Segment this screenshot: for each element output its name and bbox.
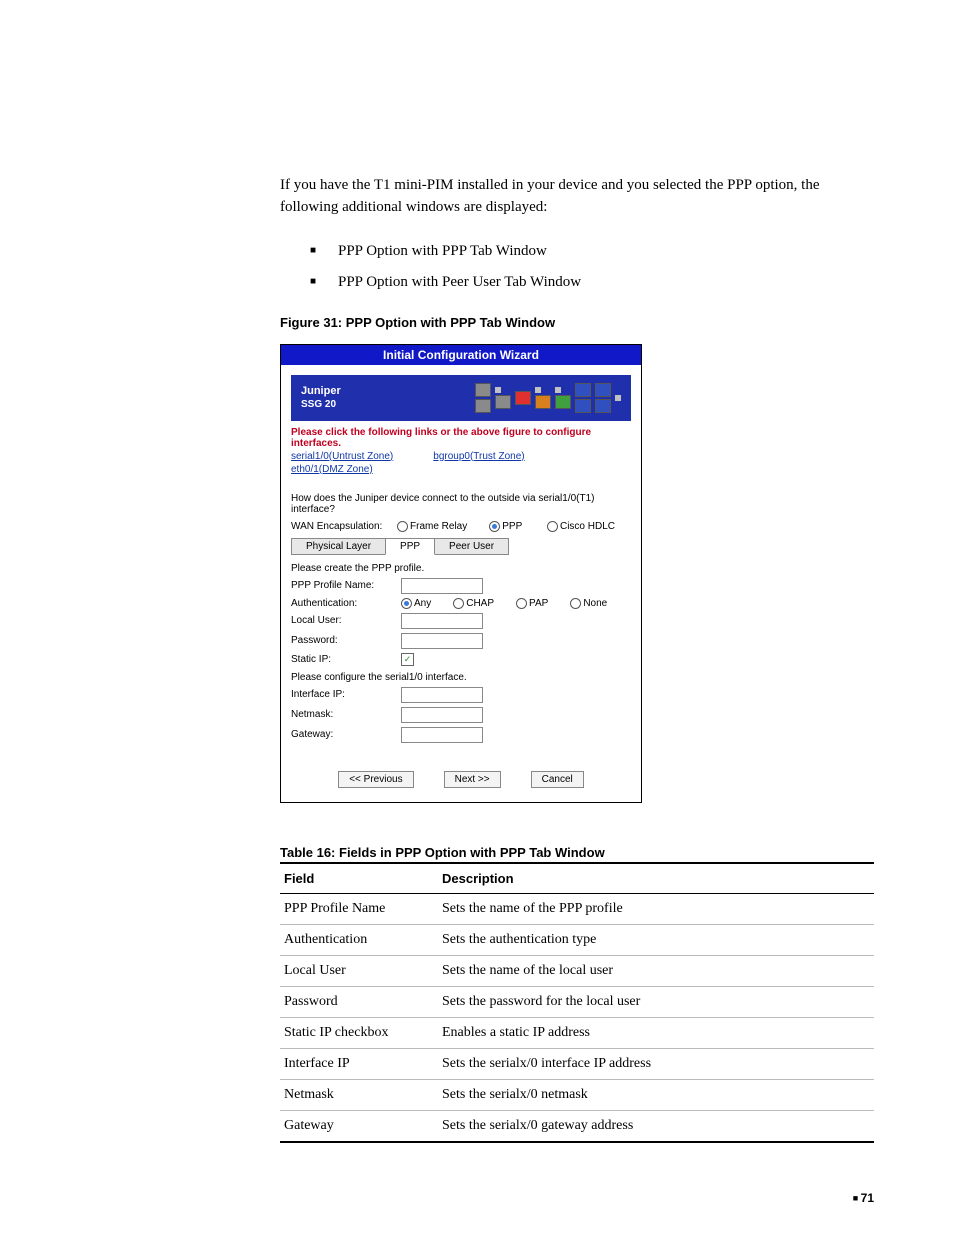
tab-peer-user[interactable]: Peer User (434, 538, 509, 555)
radio-cisco-hdlc[interactable]: Cisco HDLC (547, 521, 615, 532)
table-row: PasswordSets the password for the local … (280, 986, 874, 1017)
config-instruction: Please click the following links or the … (291, 427, 631, 449)
cell-desc: Sets the serialx/0 gateway address (438, 1110, 874, 1142)
bullet-item: PPP Option with Peer User Tab Window (310, 274, 874, 291)
port-diagram[interactable] (475, 383, 621, 413)
table-row: AuthenticationSets the authentication ty… (280, 924, 874, 955)
static-ip-checkbox[interactable]: ✓ (401, 653, 414, 666)
radio-auth-any[interactable]: Any (401, 598, 431, 609)
table-caption: Table 16: Fields in PPP Option with PPP … (280, 845, 874, 860)
cell-field: Gateway (280, 1110, 438, 1142)
cancel-button[interactable]: Cancel (531, 771, 584, 788)
gateway-label: Gateway: (291, 729, 395, 740)
profile-name-label: PPP Profile Name: (291, 580, 395, 591)
auth-label: Authentication: (291, 598, 395, 609)
wizard-dialog: Initial Configuration Wizard Juniper SSG… (280, 344, 642, 803)
cell-desc: Sets the serialx/0 netmask (438, 1079, 874, 1110)
radio-frame-label: Frame Relay (410, 521, 467, 532)
interface-ip-label: Interface IP: (291, 689, 395, 700)
cell-field: Static IP checkbox (280, 1017, 438, 1048)
tab-bar: Physical Layer PPP Peer User (291, 538, 631, 555)
radio-auth-none[interactable]: None (570, 598, 607, 609)
wan-question: How does the Juniper device connect to t… (291, 493, 631, 515)
password-input[interactable] (401, 633, 483, 649)
table-row: Local UserSets the name of the local use… (280, 955, 874, 986)
interface-ip-input[interactable] (401, 687, 483, 703)
cell-field: Netmask (280, 1079, 438, 1110)
auth-any-label: Any (414, 598, 431, 609)
table-row: Static IP checkboxEnables a static IP ad… (280, 1017, 874, 1048)
cell-field: Password (280, 986, 438, 1017)
radio-ppp[interactable]: PPP (489, 521, 522, 532)
bullet-list: PPP Option with PPP Tab Window PPP Optio… (310, 243, 874, 291)
next-button[interactable]: Next >> (444, 771, 501, 788)
intro-paragraph: If you have the T1 mini-PIM installed in… (280, 175, 874, 219)
table-row: GatewaySets the serialx/0 gateway addres… (280, 1110, 874, 1142)
interface-instruction: Please configure the serial1/0 interface… (291, 672, 631, 683)
tab-content: Please create the PPP profile. PPP Profi… (291, 555, 631, 743)
th-description: Description (438, 863, 874, 894)
profile-name-input[interactable] (401, 578, 483, 594)
auth-chap-label: CHAP (466, 598, 494, 609)
netmask-label: Netmask: (291, 709, 395, 720)
link-serial-untrust[interactable]: serial1/0(Untrust Zone) (291, 451, 393, 462)
gateway-input[interactable] (401, 727, 483, 743)
cell-desc: Sets the serialx/0 interface IP address (438, 1048, 874, 1079)
device-model: SSG 20 (301, 399, 341, 410)
radio-cisco-label: Cisco HDLC (560, 521, 615, 532)
cell-desc: Sets the name of the PPP profile (438, 893, 874, 924)
cell-field: Local User (280, 955, 438, 986)
wizard-title: Initial Configuration Wizard (281, 345, 641, 365)
table-row: Interface IPSets the serialx/0 interface… (280, 1048, 874, 1079)
figure-caption: Figure 31: PPP Option with PPP Tab Windo… (280, 315, 874, 330)
auth-pap-label: PAP (529, 598, 548, 609)
radio-frame-relay[interactable]: Frame Relay (397, 521, 467, 532)
device-panel: Juniper SSG 20 (291, 375, 631, 421)
auth-none-label: None (583, 598, 607, 609)
link-bgroup-trust[interactable]: bgroup0(Trust Zone) (433, 451, 524, 462)
local-user-input[interactable] (401, 613, 483, 629)
ppp-profile-instruction: Please create the PPP profile. (291, 563, 631, 574)
th-field: Field (280, 863, 438, 894)
cell-desc: Enables a static IP address (438, 1017, 874, 1048)
cell-field: Authentication (280, 924, 438, 955)
cell-field: PPP Profile Name (280, 893, 438, 924)
netmask-input[interactable] (401, 707, 483, 723)
cell-desc: Sets the password for the local user (438, 986, 874, 1017)
bullet-item: PPP Option with PPP Tab Window (310, 243, 874, 260)
previous-button[interactable]: << Previous (338, 771, 413, 788)
wan-encap-label: WAN Encapsulation: (291, 521, 391, 532)
fields-table: Field Description PPP Profile NameSets t… (280, 862, 874, 1143)
tab-ppp[interactable]: PPP (385, 538, 435, 555)
local-user-label: Local User: (291, 615, 395, 626)
cell-field: Interface IP (280, 1048, 438, 1079)
brand-logo: Juniper (301, 385, 341, 397)
static-ip-label: Static IP: (291, 654, 395, 665)
radio-ppp-label: PPP (502, 521, 522, 532)
table-row: PPP Profile NameSets the name of the PPP… (280, 893, 874, 924)
cell-desc: Sets the authentication type (438, 924, 874, 955)
password-label: Password: (291, 635, 395, 646)
cell-desc: Sets the name of the local user (438, 955, 874, 986)
page-number: 71 (853, 1191, 874, 1205)
radio-auth-chap[interactable]: CHAP (453, 598, 494, 609)
table-row: NetmaskSets the serialx/0 netmask (280, 1079, 874, 1110)
tab-physical-layer[interactable]: Physical Layer (291, 538, 386, 555)
radio-auth-pap[interactable]: PAP (516, 598, 548, 609)
link-eth-dmz[interactable]: eth0/1(DMZ Zone) (291, 464, 373, 475)
